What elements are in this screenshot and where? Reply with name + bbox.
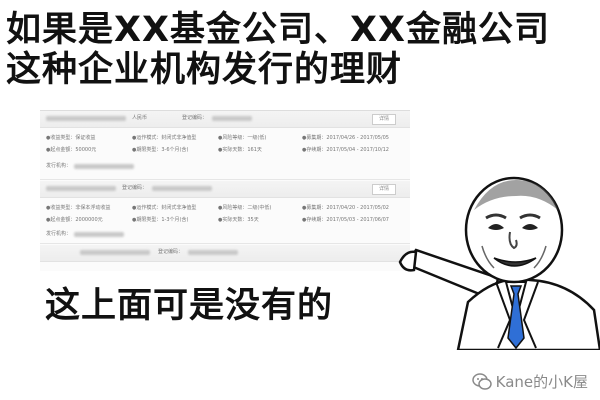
field-min-amount: ●起点金额：50000元 <box>46 147 97 153</box>
blurred-product-name <box>46 186 116 191</box>
product-card: 登记编码： 详情 ●收益类型：非保本浮动收益 ●运作模式：封闭式非净值型 ●风险… <box>40 181 410 244</box>
product-card: 人民币 登记编码： 详情 ●收益类型：保证收益 ●运作模式：封闭式非净值型 ●风… <box>40 111 410 180</box>
product-screenshot: 人民币 登记编码： 详情 ●收益类型：保证收益 ●运作模式：封闭式非净值型 ●风… <box>40 110 410 271</box>
blurred-product-name <box>80 250 150 255</box>
watermark-text: Kane的小K屋 <box>495 373 588 391</box>
blurred-issuer <box>74 164 134 169</box>
field-raising-period: ●募集期：2017/04/20 - 2017/05/02 <box>302 205 389 211</box>
detail-button[interactable]: 详情 <box>372 184 396 195</box>
meme-character <box>398 176 600 350</box>
field-issuer: 发行机构： <box>46 231 72 237</box>
product-card: 登记编码： <box>40 245 410 269</box>
field-raising-period: ●募集期：2017/04/26 - 2017/05/05 <box>302 135 389 141</box>
field-actual-days: ●实际天数：161天 <box>218 147 262 153</box>
wechat-icon <box>471 372 492 390</box>
watermark: Kane的小K屋 <box>471 371 588 392</box>
field-risk-level: ●风险等级：二级(中低) <box>218 205 272 211</box>
product-card-header: 人民币 登记编码： 详情 <box>40 111 410 128</box>
field-duration: ●存续期：2017/05/03 - 2017/06/07 <box>302 217 389 223</box>
blurred-code <box>188 250 238 255</box>
field-income-type: ●收益类型：保证收益 <box>46 135 96 141</box>
field-issuer: 发行机构： <box>46 163 72 169</box>
product-currency: 人民币 <box>132 115 148 121</box>
field-income-type: ●收益类型：非保本浮动收益 <box>46 205 111 211</box>
field-duration: ●存续期：2017/05/04 - 2017/10/12 <box>302 147 389 153</box>
blurred-code <box>152 186 212 191</box>
blurred-code <box>212 116 252 121</box>
product-code-label: 登记编码： <box>182 115 208 121</box>
field-min-amount: ●起点金额：2000000元 <box>46 217 103 223</box>
field-term-type: ●期限类型：1-3个月(含) <box>132 217 189 223</box>
blurred-product-name <box>46 116 126 121</box>
field-actual-days: ●实际天数：35天 <box>218 217 259 223</box>
field-operation-mode: ●运作模式：封闭式非净值型 <box>132 135 197 141</box>
detail-button[interactable]: 详情 <box>372 114 396 125</box>
field-term-type: ●期限类型：3-6个月(含) <box>132 147 189 153</box>
product-code-label: 登记编码： <box>122 185 148 191</box>
product-card-header: 登记编码： 详情 <box>40 181 410 198</box>
product-code-label: 登记编码： <box>158 249 184 255</box>
bottom-caption: 这上面可是没有的 <box>45 286 334 326</box>
field-risk-level: ●风险等级：一级(低) <box>218 135 267 141</box>
field-operation-mode: ●运作模式：封闭式非净值型 <box>132 205 197 211</box>
blurred-issuer <box>74 232 124 237</box>
headline-line-2: 这种企业机构发行的理财 <box>6 50 403 90</box>
headline-line-1: 如果是XX基金公司、XX金融公司 <box>6 10 550 50</box>
product-card-header: 登记编码： <box>40 245 410 262</box>
